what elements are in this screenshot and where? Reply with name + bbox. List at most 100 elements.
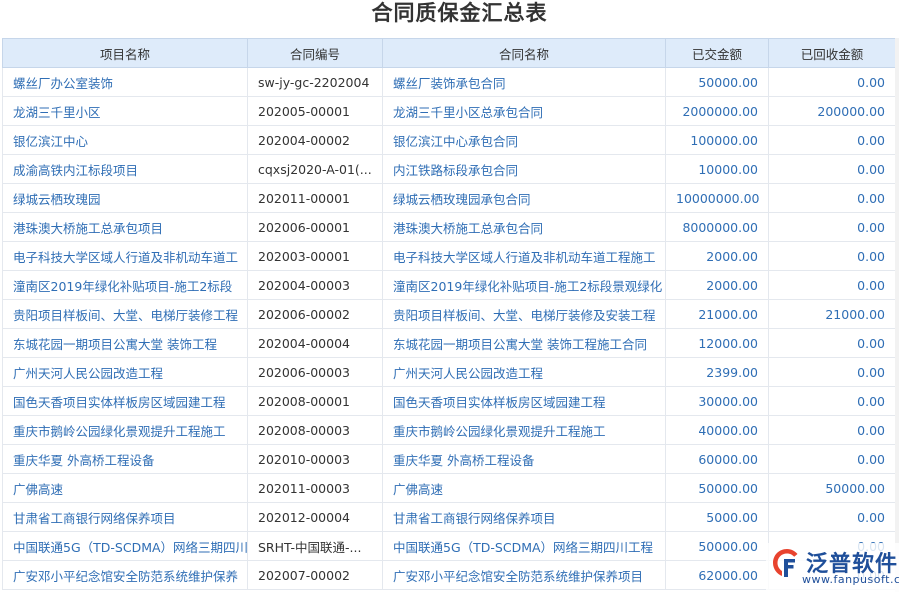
column-header-project-name[interactable]: 项目名称 — [3, 39, 248, 68]
table-row[interactable]: 龙湖三千里小区202005-00001龙湖三千里小区总承包合同2000000.0… — [3, 97, 896, 126]
table-row[interactable]: 中国联通5G（TD-SCDMA）网络三期四川SRHT-中国联通-...中国联通5… — [3, 532, 896, 561]
cell-recovered-amount: 0.00 — [769, 503, 896, 532]
cell-contract-name[interactable]: 潼南区2019年绿化补贴项目-施工2标段景观绿化 — [383, 271, 666, 300]
column-header-paid-amount[interactable]: 已交金额 — [666, 39, 769, 68]
table-header-row: 项目名称 合同编号 合同名称 已交金额 已回收金额 — [3, 39, 896, 68]
cell-contract-name[interactable]: 螺丝厂装饰承包合同 — [383, 68, 666, 97]
cell-project-name[interactable]: 广佛高速 — [3, 474, 248, 503]
cell-recovered-amount: 0.00 — [769, 68, 896, 97]
brand-watermark: 泛普软件 www.fanpusoft.com — [766, 543, 899, 592]
cell-contract-no: 202004-00003 — [248, 271, 383, 300]
table-row[interactable]: 广佛高速202011-00003广佛高速50000.0050000.00 — [3, 474, 896, 503]
table-row[interactable]: 甘肃省工商银行网络保养项目202012-00004甘肃省工商银行网络保养项目50… — [3, 503, 896, 532]
brand-logo-icon — [770, 547, 804, 581]
cell-contract-no: sw-jy-gc-2202004 — [248, 68, 383, 97]
page-title: 合同质保金汇总表 — [0, 0, 899, 38]
cell-recovered-amount: 21000.00 — [769, 300, 896, 329]
cell-paid-amount: 62000.00 — [666, 561, 769, 590]
cell-contract-name[interactable]: 东城花园一期项目公寓大堂 装饰工程施工合同 — [383, 329, 666, 358]
table-row[interactable]: 绿城云栖玫瑰园202011-00001绿城云栖玫瑰园承包合同10000000.0… — [3, 184, 896, 213]
column-header-recovered-amount[interactable]: 已回收金额 — [769, 39, 896, 68]
cell-contract-no: 202010-00003 — [248, 445, 383, 474]
cell-project-name[interactable]: 国色天香项目实体样板房区域园建工程 — [3, 387, 248, 416]
cell-contract-no: 202011-00003 — [248, 474, 383, 503]
column-header-contract-no[interactable]: 合同编号 — [248, 39, 383, 68]
cell-paid-amount: 100000.00 — [666, 126, 769, 155]
cell-recovered-amount: 0.00 — [769, 416, 896, 445]
table-row[interactable]: 螺丝厂办公室装饰sw-jy-gc-2202004螺丝厂装饰承包合同50000.0… — [3, 68, 896, 97]
cell-contract-no: 202012-00004 — [248, 503, 383, 532]
cell-recovered-amount: 0.00 — [769, 271, 896, 300]
cell-contract-name[interactable]: 龙湖三千里小区总承包合同 — [383, 97, 666, 126]
cell-paid-amount: 10000.00 — [666, 155, 769, 184]
cell-contract-name[interactable]: 广州天河人民公园改造工程 — [383, 358, 666, 387]
cell-project-name[interactable]: 东城花园一期项目公寓大堂 装饰工程 — [3, 329, 248, 358]
cell-recovered-amount: 200000.00 — [769, 97, 896, 126]
cell-recovered-amount: 0.00 — [769, 445, 896, 474]
cell-paid-amount: 2399.00 — [666, 358, 769, 387]
cell-paid-amount: 30000.00 — [666, 387, 769, 416]
cell-contract-name[interactable]: 贵阳项目样板间、大堂、电梯厅装修及安装工程 — [383, 300, 666, 329]
cell-contract-name[interactable]: 银亿滨江中心承包合同 — [383, 126, 666, 155]
cell-contract-name[interactable]: 广佛高速 — [383, 474, 666, 503]
cell-paid-amount: 5000.00 — [666, 503, 769, 532]
cell-recovered-amount: 0.00 — [769, 387, 896, 416]
cell-contract-name[interactable]: 重庆市鹅岭公园绿化景观提升工程施工 — [383, 416, 666, 445]
cell-project-name[interactable]: 贵阳项目样板间、大堂、电梯厅装修工程 — [3, 300, 248, 329]
cell-project-name[interactable]: 电子科技大学区域人行道及非机动车道工 — [3, 242, 248, 271]
cell-project-name[interactable]: 广安邓小平纪念馆安全防范系统维护保养 — [3, 561, 248, 590]
table-row[interactable]: 重庆市鹅岭公园绿化景观提升工程施工202008-00003重庆市鹅岭公园绿化景观… — [3, 416, 896, 445]
table-row[interactable]: 潼南区2019年绿化补贴项目-施工2标段202004-00003潼南区2019年… — [3, 271, 896, 300]
cell-contract-name[interactable]: 港珠澳大桥施工总承包合同 — [383, 213, 666, 242]
cell-project-name[interactable]: 港珠澳大桥施工总承包项目 — [3, 213, 248, 242]
cell-contract-no: 202011-00001 — [248, 184, 383, 213]
cell-project-name[interactable]: 银亿滨江中心 — [3, 126, 248, 155]
table-row[interactable]: 银亿滨江中心202004-00002银亿滨江中心承包合同100000.000.0… — [3, 126, 896, 155]
column-header-contract-name[interactable]: 合同名称 — [383, 39, 666, 68]
vertical-scrollbar[interactable] — [895, 38, 899, 592]
cell-contract-no: 202004-00002 — [248, 126, 383, 155]
table-row[interactable]: 东城花园一期项目公寓大堂 装饰工程202004-00004东城花园一期项目公寓大… — [3, 329, 896, 358]
table-row[interactable]: 成渝高铁内江标段项目cqxsj2020-A-01(...内江铁路标段承包合同10… — [3, 155, 896, 184]
cell-contract-no: cqxsj2020-A-01(... — [248, 155, 383, 184]
cell-contract-no: 202008-00003 — [248, 416, 383, 445]
cell-paid-amount: 10000000.00 — [666, 184, 769, 213]
table-row[interactable]: 电子科技大学区域人行道及非机动车道工202003-00001电子科技大学区域人行… — [3, 242, 896, 271]
table-row[interactable]: 重庆华夏 外高桥工程设备202010-00003重庆华夏 外高桥工程设备6000… — [3, 445, 896, 474]
cell-project-name[interactable]: 中国联通5G（TD-SCDMA）网络三期四川 — [3, 532, 248, 561]
cell-contract-no: SRHT-中国联通-... — [248, 532, 383, 561]
table-row[interactable]: 港珠澳大桥施工总承包项目202006-00001港珠澳大桥施工总承包合同8000… — [3, 213, 896, 242]
cell-contract-no: 202006-00003 — [248, 358, 383, 387]
cell-project-name[interactable]: 甘肃省工商银行网络保养项目 — [3, 503, 248, 532]
cell-contract-no: 202007-00002 — [248, 561, 383, 590]
cell-contract-name[interactable]: 重庆华夏 外高桥工程设备 — [383, 445, 666, 474]
cell-project-name[interactable]: 潼南区2019年绿化补贴项目-施工2标段 — [3, 271, 248, 300]
cell-contract-name[interactable]: 内江铁路标段承包合同 — [383, 155, 666, 184]
cell-paid-amount: 50000.00 — [666, 68, 769, 97]
cell-project-name[interactable]: 广州天河人民公园改造工程 — [3, 358, 248, 387]
cell-contract-name[interactable]: 中国联通5G（TD-SCDMA）网络三期四川工程 — [383, 532, 666, 561]
cell-contract-name[interactable]: 国色天香项目实体样板房区域园建工程 — [383, 387, 666, 416]
table-row[interactable]: 国色天香项目实体样板房区域园建工程202008-00001国色天香项目实体样板房… — [3, 387, 896, 416]
cell-recovered-amount: 50000.00 — [769, 474, 896, 503]
cell-project-name[interactable]: 螺丝厂办公室装饰 — [3, 68, 248, 97]
table-row[interactable]: 广州天河人民公园改造工程202006-00003广州天河人民公园改造工程2399… — [3, 358, 896, 387]
cell-recovered-amount: 0.00 — [769, 155, 896, 184]
cell-contract-no: 202004-00004 — [248, 329, 383, 358]
table-row[interactable]: 贵阳项目样板间、大堂、电梯厅装修工程202006-00002贵阳项目样板间、大堂… — [3, 300, 896, 329]
cell-project-name[interactable]: 重庆华夏 外高桥工程设备 — [3, 445, 248, 474]
cell-paid-amount: 21000.00 — [666, 300, 769, 329]
cell-contract-name[interactable]: 广安邓小平纪念馆安全防范系统维护保养项目 — [383, 561, 666, 590]
cell-project-name[interactable]: 绿城云栖玫瑰园 — [3, 184, 248, 213]
cell-contract-name[interactable]: 甘肃省工商银行网络保养项目 — [383, 503, 666, 532]
cell-project-name[interactable]: 龙湖三千里小区 — [3, 97, 248, 126]
cell-recovered-amount: 0.00 — [769, 213, 896, 242]
cell-project-name[interactable]: 成渝高铁内江标段项目 — [3, 155, 248, 184]
cell-contract-name[interactable]: 绿城云栖玫瑰园承包合同 — [383, 184, 666, 213]
cell-recovered-amount: 0.00 — [769, 358, 896, 387]
cell-project-name[interactable]: 重庆市鹅岭公园绿化景观提升工程施工 — [3, 416, 248, 445]
cell-contract-no: 202006-00002 — [248, 300, 383, 329]
cell-paid-amount: 8000000.00 — [666, 213, 769, 242]
table-row[interactable]: 广安邓小平纪念馆安全防范系统维护保养202007-00002广安邓小平纪念馆安全… — [3, 561, 896, 590]
cell-contract-name[interactable]: 电子科技大学区域人行道及非机动车道工程施工 — [383, 242, 666, 271]
